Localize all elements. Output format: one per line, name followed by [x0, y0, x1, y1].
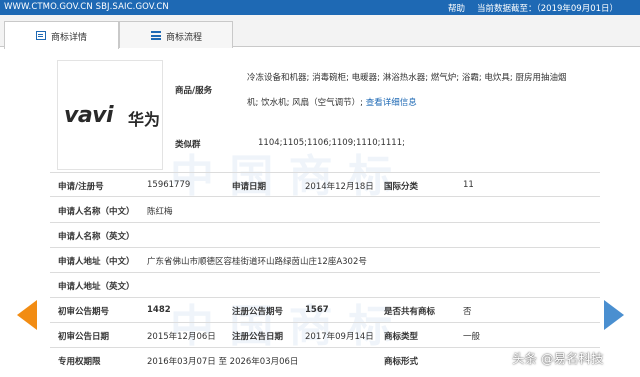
- tab-label: 商标详情: [51, 33, 88, 43]
- apply-date-label: 申请日期: [232, 182, 267, 192]
- reg-date-label: 注册公告日期: [232, 332, 284, 342]
- prelim-date-label: 初审公告日期: [58, 332, 110, 342]
- prelim-no-label: 初审公告期号: [58, 307, 110, 317]
- site-url: WWW.CTMO.GOV.CN SBJ.SAIC.GOV.CN: [4, 2, 169, 12]
- logo-latin-text: VAVI: [64, 103, 114, 128]
- term-label: 专用权期限: [58, 357, 101, 367]
- source-watermark: 头条 @易名科技: [512, 351, 604, 366]
- goods-label: 商品/服务: [175, 86, 213, 96]
- address-en-label: 申请人地址（英文）: [58, 282, 135, 292]
- intl-class-label: 国际分类: [384, 182, 419, 192]
- reg-no-value: 15961779: [147, 180, 191, 190]
- next-arrow-icon[interactable]: [604, 300, 624, 330]
- apply-date-value: 2014年12月18日: [305, 182, 374, 192]
- type-value: 一般: [463, 332, 481, 342]
- intl-class-value: 11: [463, 180, 474, 190]
- similar-group-value: 1104;1105;1106;1109;1110;1111;: [258, 138, 405, 148]
- reg-pub-no-label: 注册公告期号: [232, 307, 284, 317]
- goods-line-2: 机; 饮水机; 风扇（空气调节）; 查看详细信息: [247, 98, 417, 108]
- previous-arrow-icon[interactable]: [17, 300, 37, 330]
- applicant-cn-value: 陈红梅: [147, 207, 173, 217]
- goods-line-1: 冷冻设备和机器; 消毒碗柜; 电暖器; 淋浴热水器; 燃气炉; 浴霸; 电炊具;…: [247, 73, 567, 83]
- document-icon: [36, 31, 46, 40]
- help-link[interactable]: 帮助: [448, 2, 465, 14]
- address-cn-label: 申请人地址（中文）: [58, 257, 135, 267]
- shared-label: 是否共有商标: [384, 307, 436, 317]
- type-label: 商标类型: [384, 332, 419, 342]
- data-date: 当前数据截至：（2019年09月01日）: [477, 4, 619, 14]
- reg-date-value: 2017年09月14日: [305, 332, 374, 342]
- tab-trademark-details[interactable]: 商标详情: [4, 21, 119, 49]
- top-bar: WWW.CTMO.GOV.CN SBJ.SAIC.GOV.CN 帮助 当前数据截…: [0, 0, 640, 15]
- applicant-en-label: 申请人名称（英文）: [58, 232, 135, 242]
- view-details-link[interactable]: 查看详细信息: [366, 98, 417, 108]
- similar-group-label: 类似群: [175, 140, 201, 150]
- tab-label: 商标流程: [166, 33, 203, 43]
- prelim-date-value: 2015年12月06日: [147, 332, 216, 342]
- prelim-no-value: 1482: [147, 305, 171, 315]
- trademark-image[interactable]: VAVI 华为: [57, 60, 163, 170]
- logo-chinese-text: 华为: [128, 110, 161, 129]
- tab-bar: 商标详情 商标流程: [0, 15, 640, 49]
- address-cn-value: 广东省佛山市顺德区容桂街道环山路绿茵山庄12座A302号: [147, 257, 367, 267]
- form-label: 商标形式: [384, 357, 419, 367]
- reg-pub-no-value: 1567: [305, 305, 329, 315]
- applicant-cn-label: 申请人名称（中文）: [58, 207, 135, 217]
- list-icon: [151, 31, 161, 40]
- tab-trademark-process[interactable]: 商标流程: [119, 21, 233, 48]
- shared-value: 否: [463, 307, 472, 317]
- term-value: 2016年03月07日 至 2026年03月06日: [147, 357, 299, 367]
- reg-no-label: 申请/注册号: [58, 182, 104, 192]
